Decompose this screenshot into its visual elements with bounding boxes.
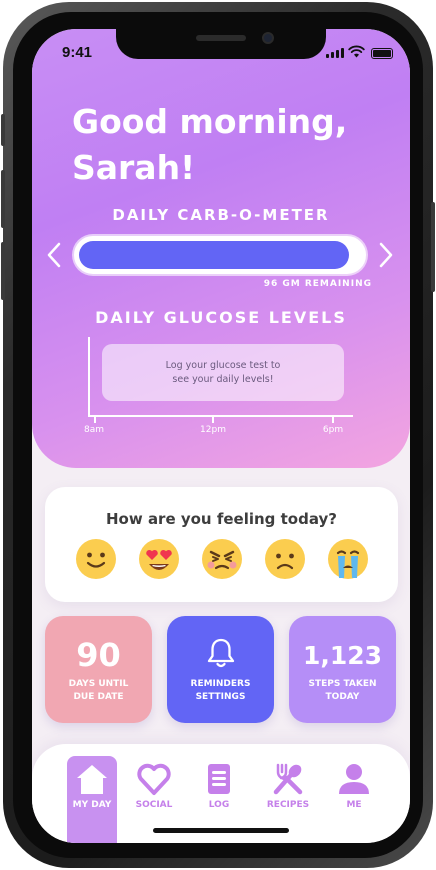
x-tick-label-6pm: 6pm xyxy=(322,425,344,435)
x-tick xyxy=(212,415,214,423)
angry-face-icon[interactable] xyxy=(201,538,243,580)
x-tick-label-12pm: 12pm xyxy=(200,425,226,435)
app-screen: Good morning, Sarah! DAILY CARB-O-METER … xyxy=(32,29,410,843)
front-camera xyxy=(262,32,274,44)
crying-face-icon[interactable] xyxy=(327,538,369,580)
x-tick xyxy=(332,415,334,423)
glucose-chart-x-axis xyxy=(88,415,353,417)
phone-frame: Good morning, Sarah! DAILY CARB-O-METER … xyxy=(1,2,435,868)
mood-options xyxy=(75,538,369,580)
previous-day-arrow-icon[interactable] xyxy=(44,242,64,270)
home-icon xyxy=(77,765,107,794)
header-card: Good morning, Sarah! DAILY CARB-O-METER … xyxy=(32,29,410,468)
glucose-levels-title: DAILY GLUCOSE LEVELS xyxy=(95,308,347,327)
wifi-icon xyxy=(348,45,365,58)
glucose-chart-y-axis xyxy=(88,337,90,417)
x-tick-label-8am: 8am xyxy=(83,425,104,435)
utensils-icon xyxy=(273,763,303,795)
nav-item-me[interactable]: ME xyxy=(324,762,384,810)
battery-icon xyxy=(371,48,393,59)
due-date-tile[interactable]: 90 DAYS UNTIL DUE DATE xyxy=(45,616,152,723)
nav-item-log[interactable]: LOG xyxy=(189,762,249,810)
notch xyxy=(116,29,326,59)
nav-item-recipes[interactable]: RECIPES xyxy=(258,762,318,810)
steps-value: 1,123 xyxy=(302,641,383,670)
carbs-remaining-label: 96 GM REMAINING xyxy=(263,279,372,289)
reminders-settings-tile[interactable]: REMINDERS SETTINGS xyxy=(167,616,274,723)
volume-down-button xyxy=(1,242,5,300)
nav-label: RECIPES xyxy=(266,800,310,810)
notepad-icon xyxy=(208,764,230,794)
nav-label: SOCIAL xyxy=(135,800,173,810)
nav-item-social[interactable]: SOCIAL xyxy=(124,762,184,810)
nav-item-my-day[interactable]: MY DAY xyxy=(62,762,122,810)
nav-label: MY DAY xyxy=(72,800,112,810)
volume-up-button xyxy=(1,170,5,228)
mood-question: How are you feeling today? xyxy=(106,510,337,528)
frowning-face-icon[interactable] xyxy=(264,538,306,580)
signal-icon xyxy=(326,48,344,58)
reminders-settings-label: REMINDERS SETTINGS xyxy=(190,679,251,702)
bell-icon xyxy=(207,638,235,668)
days-until-due-value: 90 xyxy=(76,636,121,674)
nav-label: ME xyxy=(346,800,362,810)
next-day-arrow-icon[interactable] xyxy=(376,242,396,270)
nav-label: LOG xyxy=(208,800,230,810)
steps-tile[interactable]: 1,123 STEPS TAKEN TODAY xyxy=(289,616,396,723)
heart-eyes-face-icon[interactable] xyxy=(138,538,180,580)
smiling-face-icon[interactable] xyxy=(75,538,117,580)
days-until-due-label: DAYS UNTIL DUE DATE xyxy=(68,679,129,702)
x-tick xyxy=(94,415,96,423)
speaker xyxy=(196,35,246,41)
carb-meter-bar xyxy=(74,236,366,274)
home-indicator[interactable] xyxy=(153,828,289,833)
carb-meter-fill xyxy=(79,241,349,269)
steps-label: STEPS TAKEN TODAY xyxy=(308,679,377,702)
silent-switch xyxy=(1,114,5,146)
power-button xyxy=(431,202,435,292)
heart-icon xyxy=(137,763,171,795)
carb-meter-title: DAILY CARB-O-METER xyxy=(112,206,330,224)
log-glucose-prompt[interactable]: Log your glucose test to see your daily … xyxy=(102,344,344,401)
greeting-title: Good morning, Sarah! xyxy=(72,102,348,187)
mood-card: How are you feeling today? xyxy=(45,487,398,602)
status-time: 9:41 xyxy=(62,44,93,61)
person-icon xyxy=(339,764,369,794)
